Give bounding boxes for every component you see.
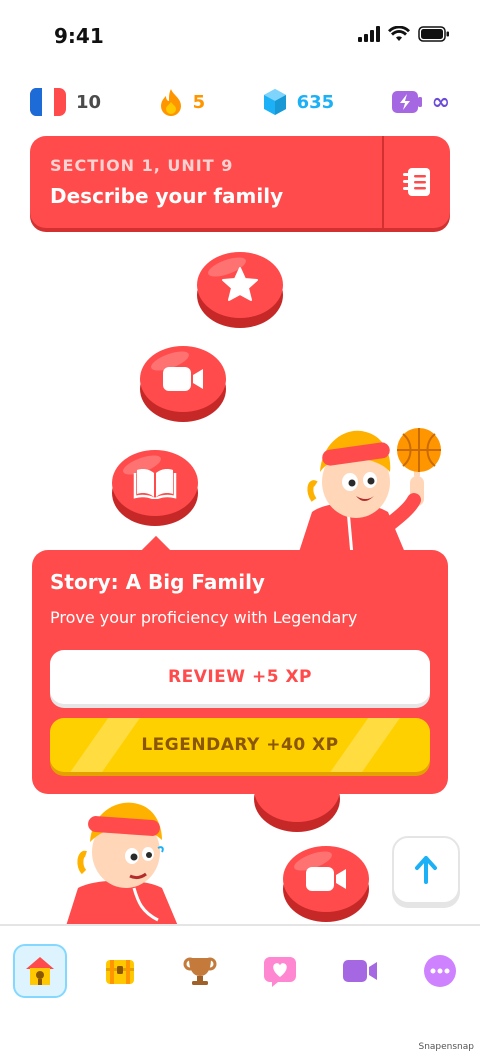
video-lesson-node[interactable] <box>283 846 369 922</box>
language-stat[interactable]: 10 <box>30 88 101 116</box>
popup-subtitle: Prove your proficiency with Legendary <box>50 608 358 627</box>
heart-message-icon <box>264 957 296 987</box>
home-icon <box>26 957 54 985</box>
nav-hearts[interactable] <box>253 944 307 998</box>
video-lesson-node[interactable] <box>140 346 226 422</box>
node-top <box>197 252 283 318</box>
trophy-icon <box>183 957 217 985</box>
stats-bar: 10 5 635 ∞ <box>30 86 450 118</box>
nav-leaderboard[interactable] <box>173 944 227 998</box>
energy-stat[interactable]: ∞ <box>391 89 450 115</box>
node-top <box>283 846 369 912</box>
unit-banner[interactable]: SECTION 1, UNIT 9 Describe your family <box>30 136 450 228</box>
streak-stat[interactable]: 5 <box>159 88 206 116</box>
wifi-icon <box>388 26 410 41</box>
popup-arrow <box>141 535 171 565</box>
notebook-icon <box>403 168 430 196</box>
gems-count: 635 <box>296 91 335 113</box>
chest-icon <box>106 960 134 984</box>
scroll-to-top-button[interactable] <box>392 836 460 904</box>
signal-icon <box>358 26 380 42</box>
guidebook-button[interactable] <box>384 136 450 228</box>
energy-count: ∞ <box>431 89 450 115</box>
node-top <box>140 346 226 412</box>
streak-count: 5 <box>192 91 206 113</box>
legendary-button-label: LEGENDARY +40 XP <box>141 735 339 755</box>
legendary-button[interactable]: LEGENDARY +40 XP <box>50 718 430 772</box>
nav-practice[interactable] <box>93 944 147 998</box>
review-button-label: REVIEW +5 XP <box>167 667 313 687</box>
nav-video[interactable] <box>333 944 387 998</box>
fire-icon <box>160 89 181 116</box>
bottom-nav: Snapensnap <box>0 924 480 1056</box>
battery-bolt-icon <box>391 91 422 113</box>
popup-title: Story: A Big Family <box>50 570 265 594</box>
video-icon <box>343 960 377 982</box>
battery-icon <box>418 26 449 42</box>
status-time: 9:41 <box>54 24 104 48</box>
gem-icon <box>263 89 286 115</box>
french-flag-icon <box>30 88 66 116</box>
star-lesson-node[interactable] <box>197 252 283 328</box>
nav-more[interactable] <box>413 944 467 998</box>
language-count: 10 <box>76 91 102 113</box>
status-icons <box>358 26 450 42</box>
watermark: Snapensnap <box>418 1042 474 1052</box>
character-basketball-illustration <box>298 428 441 555</box>
status-bar: 9:41 <box>0 0 480 72</box>
story-lesson-node[interactable] <box>112 450 198 526</box>
gems-stat[interactable]: 635 <box>263 88 335 116</box>
nav-home[interactable] <box>13 944 67 998</box>
review-button[interactable]: REVIEW +5 XP <box>50 650 430 704</box>
unit-section-label: SECTION 1, UNIT 9 <box>50 156 234 175</box>
unit-title: Describe your family <box>50 184 284 208</box>
node-top <box>112 450 198 516</box>
arrow-up-icon <box>415 856 437 884</box>
more-icon <box>424 955 456 987</box>
lesson-popup: Story: A Big Family Prove your proficien… <box>32 535 448 794</box>
button-stripe <box>63 718 143 772</box>
character-illustration <box>66 802 178 926</box>
